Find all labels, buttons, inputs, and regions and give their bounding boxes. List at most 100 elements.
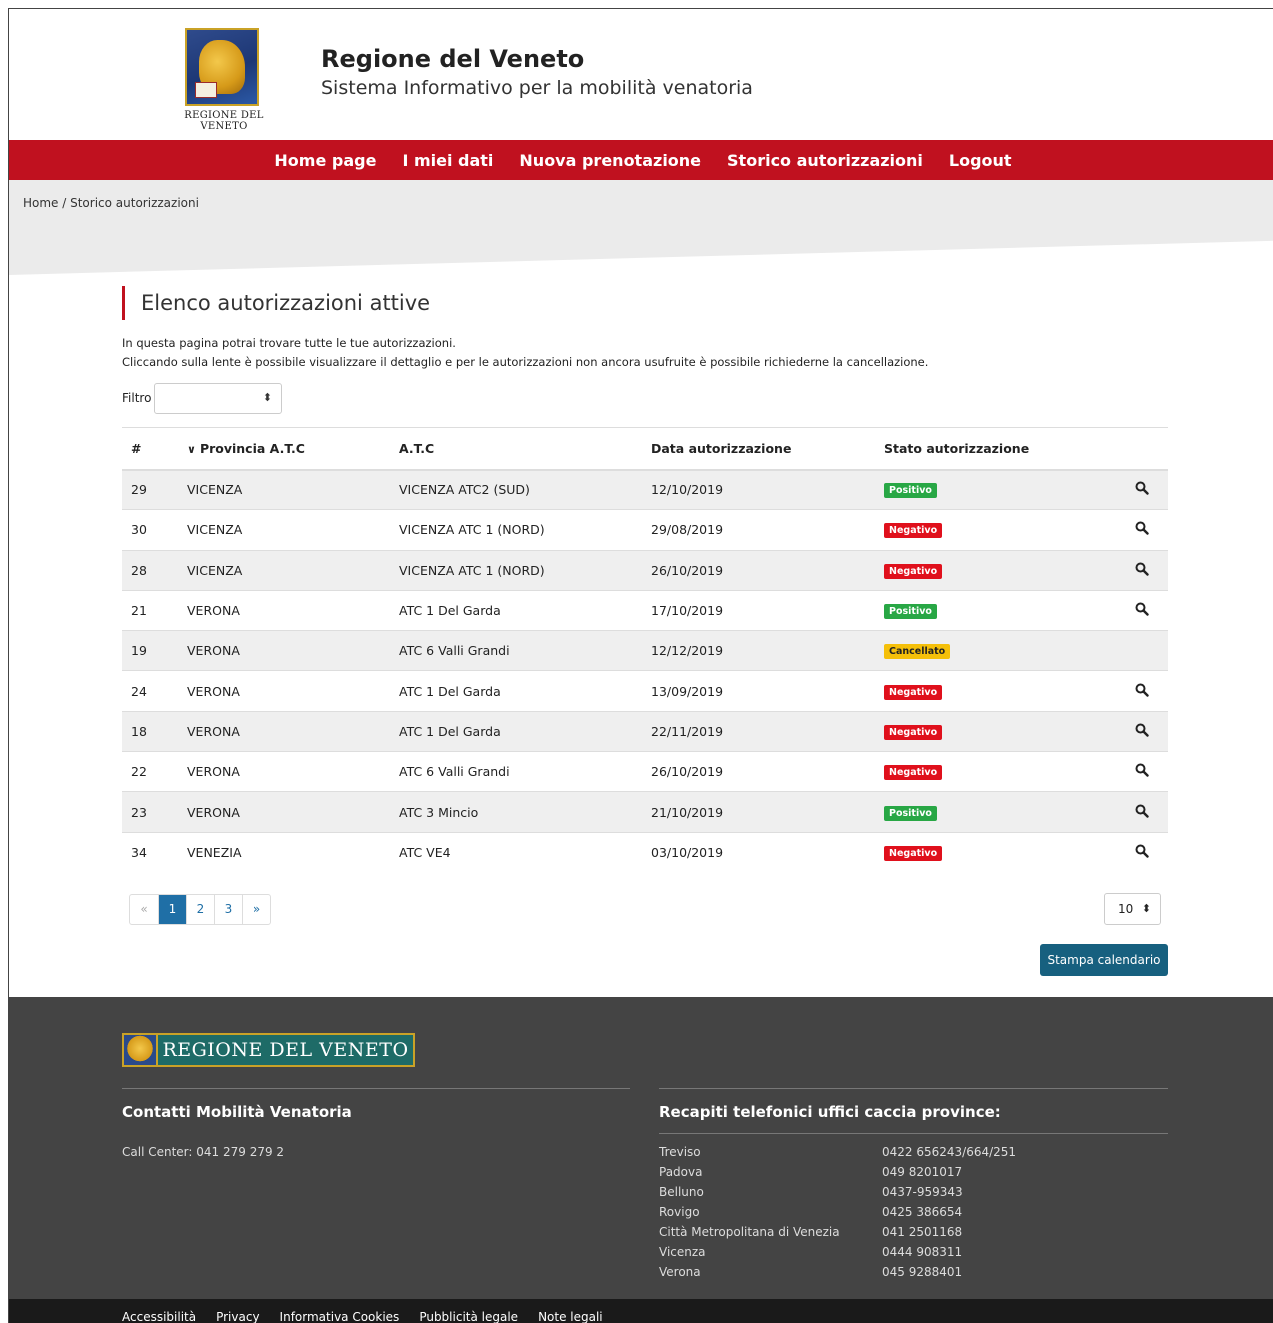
col-header-province-label: Provincia A.T.C [199, 440, 305, 456]
magnifier-icon[interactable] [1135, 763, 1149, 777]
cell-num: 21 [122, 589, 178, 631]
table-row: 29 VICENZA VICENZA ATC2 (SUD) 12/10/2019 Pos… [122, 468, 1168, 510]
office-row: Padova 049 8201017 [659, 1162, 1016, 1182]
nav-authorization-history[interactable]: Storico autorizzazioni [727, 151, 923, 170]
main-nav: Home page I miei dati Nuova prenotazione… [9, 140, 1273, 180]
magnifier-icon[interactable] [1135, 521, 1149, 536]
filter-label: Filtro [122, 391, 152, 405]
breadcrumb: Home / Storico autorizzazioni [23, 196, 199, 210]
footer-logo[interactable]: REGIONE DEL VENETO [122, 1033, 415, 1067]
link-legal-advertising[interactable]: Pubblicità legale [419, 1310, 518, 1323]
office-city: Belluno [659, 1185, 704, 1199]
cell-num: 22 [122, 751, 178, 792]
status-badge: Negativo [884, 846, 943, 862]
cell-num: 24 [122, 670, 178, 712]
pagination-page-1[interactable]: 1 [158, 895, 186, 924]
page-size-select[interactable]: 10 ⬍ [1104, 893, 1161, 925]
cell-atc: VICENZA ATC 1 (NORD) [390, 509, 642, 551]
cell-num: 28 [122, 549, 178, 591]
cell-actions [1115, 751, 1168, 792]
offices-list: Treviso 0422 656243/664/251 Padova 049 8201… [659, 1142, 1016, 1282]
cell-num: 34 [122, 831, 178, 873]
cell-status: Negativo [875, 509, 1115, 551]
nav-home-page[interactable]: Home page [274, 151, 376, 170]
footer-divider [122, 1088, 630, 1089]
table-row: 19 VERONA ATC 6 Valli Grandi 12/12/2019 Canc… [122, 630, 1168, 671]
magnifier-icon[interactable] [1135, 683, 1149, 697]
cell-date: 21/10/2019 [642, 791, 875, 833]
magnifier-icon[interactable] [1135, 723, 1149, 737]
filter-select[interactable]: ⬍ [154, 383, 282, 414]
intro-line-1: In questa pagina potrai trovare tutte le… [122, 336, 456, 350]
cell-actions [1115, 831, 1168, 873]
cell-status: Negativo [875, 670, 1115, 712]
office-row: Treviso 0422 656243/664/251 [659, 1142, 1016, 1162]
breadcrumb-home-link[interactable]: Home [23, 196, 58, 210]
site-footer: REGIONE DEL VENETO Contatti Mobilità Ven… [9, 997, 1273, 1299]
link-cookies[interactable]: Informativa Cookies [280, 1310, 400, 1323]
nav-my-data[interactable]: I miei dati [402, 151, 493, 170]
office-row: Vicenza 0444 908311 [659, 1242, 1016, 1262]
office-row: Città Metropolitana di Venezia 041 250116… [659, 1222, 1016, 1242]
status-badge: Negativo [884, 523, 943, 539]
status-badge: Negativo [884, 765, 943, 781]
magnifier-icon[interactable] [1135, 804, 1149, 818]
footer-divider [659, 1088, 1168, 1089]
cell-date: 26/10/2019 [642, 549, 875, 591]
col-header-province[interactable]: ∨ Provincia A.T.C [178, 427, 390, 471]
cell-status: Positivo [875, 589, 1115, 631]
cell-num: 23 [122, 791, 178, 833]
office-phone: 0437-959343 [882, 1185, 963, 1199]
cell-actions [1115, 791, 1168, 833]
office-city: Padova [659, 1165, 703, 1179]
office-phone: 045 9288401 [882, 1265, 963, 1279]
cell-atc: ATC VE4 [390, 831, 642, 873]
call-center-text: Call Center: 041 279 279 2 [122, 1145, 285, 1159]
office-city: Verona [659, 1265, 701, 1279]
status-badge: Negativo [884, 563, 943, 579]
cell-atc: ATC 1 Del Garda [390, 670, 642, 712]
pagination-page-3[interactable]: 3 [214, 895, 242, 924]
print-calendar-button[interactable]: Stampa calendario [1040, 944, 1168, 976]
cell-status: Negativo [875, 549, 1115, 591]
pagination-prev[interactable]: « [130, 895, 158, 924]
magnifier-icon[interactable] [1135, 844, 1149, 858]
cell-province: VERONA [178, 710, 390, 752]
office-row: Rovigo 0425 386654 [659, 1202, 1016, 1222]
cell-num: 30 [122, 509, 178, 551]
cell-date: 29/08/2019 [642, 509, 875, 551]
contacts-title: Contatti Mobilità Venatoria [122, 1103, 352, 1121]
cell-atc: VICENZA ATC 1 (NORD) [390, 549, 642, 591]
office-row: Verona 045 9288401 [659, 1262, 1016, 1282]
cell-status: Positivo [875, 468, 1115, 510]
cell-province: VERONA [178, 670, 390, 712]
magnifier-icon[interactable] [1135, 481, 1149, 496]
cell-actions [1115, 710, 1168, 752]
crest-caption: REGIONE DEL VENETO [184, 110, 264, 132]
page-size-value: 10 [1118, 902, 1134, 916]
cell-num: 18 [122, 710, 178, 752]
table-header-row: # ∨ Provincia A.T.C A.T.C Data autorizzaz… [122, 427, 1168, 471]
magnifier-icon[interactable] [1135, 562, 1149, 576]
office-phone: 041 2501168 [882, 1225, 963, 1239]
link-privacy[interactable]: Privacy [216, 1310, 259, 1323]
status-badge: Cancellato [884, 644, 951, 660]
status-badge: Positivo [884, 805, 937, 821]
cell-actions [1115, 630, 1168, 671]
col-header-atc: A.T.C [390, 427, 642, 471]
book-icon [195, 82, 217, 98]
cell-province: VERONA [178, 589, 390, 631]
cell-province: VENEZIA [178, 831, 390, 873]
magnifier-icon[interactable] [1135, 602, 1149, 616]
table-row: 28 VICENZA VICENZA ATC 1 (NORD) 26/10/2019 N… [122, 549, 1168, 591]
nav-new-booking[interactable]: Nuova prenotazione [519, 151, 701, 170]
office-phone: 049 8201017 [882, 1165, 963, 1179]
footer-links: Accessibilità Privacy Informativa Cookie… [122, 1310, 603, 1323]
pagination-page-2[interactable]: 2 [186, 895, 214, 924]
link-accessibility[interactable]: Accessibilità [122, 1310, 196, 1323]
pagination-next[interactable]: » [242, 895, 270, 924]
table-row: 23 VERONA ATC 3 Mincio 21/10/2019 Positivo [122, 791, 1168, 833]
link-legal-notes[interactable]: Note legali [538, 1310, 603, 1323]
cell-actions [1115, 589, 1168, 631]
nav-logout[interactable]: Logout [949, 151, 1012, 170]
